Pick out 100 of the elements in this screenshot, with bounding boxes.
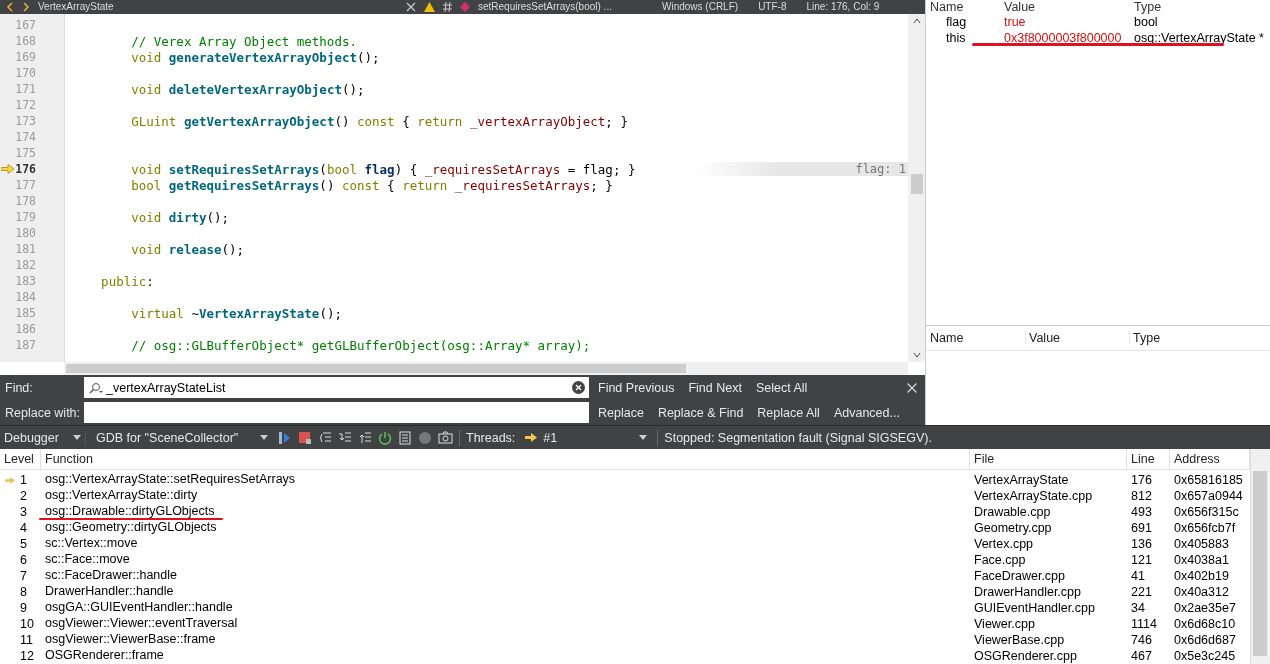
find-button[interactable]: Find Previous [593, 380, 680, 395]
table-cell: GUIEventHandler.cpp [974, 601, 1095, 615]
stack-frame-row[interactable]: 10 osgViewer::Viewer::eventTraversal Viewer.cpp 1114 0x6d68c10 [0, 616, 1250, 632]
line-number: 167 [15, 18, 36, 32]
replace-field[interactable] [84, 402, 589, 423]
scroll-up-icon[interactable] [912, 18, 921, 24]
stack-frame-row[interactable]: 9 osgGA::GUIEventHandler::handle GUIEventHandler.cpp 34 0x2ae35e7 [0, 600, 1250, 616]
find-button[interactable]: Find Next [683, 380, 747, 395]
column-header[interactable]: Type [1134, 0, 1270, 14]
table-cell: 0x65816185 [1174, 473, 1243, 487]
table-cell: 0x5e3c245 [1174, 649, 1236, 663]
close-icon[interactable] [907, 382, 917, 393]
line-number: 182 [15, 258, 36, 272]
vertical-scrollbar[interactable] [1250, 449, 1270, 664]
encoding-selector[interactable]: UTF-8 [752, 0, 793, 14]
code-line: // osg::GLBufferObject* getGLBufferObject(osg::Array* array); [130, 337, 591, 353]
stack-frame-row[interactable]: 6 sc::Face::move Face.cpp 121 0x4038a1 [0, 552, 1250, 568]
document-icon[interactable] [398, 430, 412, 445]
stack-frame-row[interactable]: 8 DrawerHandler::handle DrawerHandler.cpp 221 0x40a312 [0, 584, 1250, 600]
line-number: 177 [15, 178, 36, 192]
column-header[interactable]: Level [0, 449, 41, 469]
stack-frame-row[interactable]: 7 sc::FaceDrawer::handle FaceDrawer.cpp 41 0x402b19 [0, 568, 1250, 584]
table-cell: VertexArrayState [974, 473, 1069, 487]
find-label: Find: [4, 380, 34, 395]
stack-frame-row[interactable]: 1 osg::VertexArrayState::setRequiresSetArrays VertexArrayState 176 0x65816185 [0, 472, 1250, 488]
table-cell: osgViewer::Viewer::eventTraversal [45, 616, 238, 630]
code-line: virtual ~VertexArrayState(); [130, 305, 342, 321]
stack-frame-row[interactable]: 12 OSGRenderer::frame OSGRenderer.cpp 467 0x5e3c245 [0, 648, 1250, 664]
table-cell: 746 [1131, 633, 1152, 647]
replace-button[interactable]: Replace & Find [652, 405, 749, 420]
function-icon [460, 2, 470, 12]
line-endings-selector[interactable]: Windows (CRLF) [656, 0, 745, 14]
continue-icon[interactable] [278, 430, 292, 445]
vertical-scrollbar[interactable] [908, 14, 925, 362]
column-header[interactable]: File [970, 449, 1127, 469]
table-cell: 41 [1131, 569, 1145, 583]
column-header[interactable]: Value [1004, 0, 1134, 14]
column-header[interactable]: Name [926, 331, 1026, 345]
column-header[interactable]: Value [1026, 331, 1130, 345]
view-dropdown[interactable]: Debugger [0, 430, 86, 445]
stack-frame-row[interactable]: 4 osg::Geometry::dirtyGLObjects Geometry.cpp 691 0x656fcb7f [0, 520, 1250, 536]
table-cell: sc::Vertex::move [45, 536, 138, 550]
stack-frame-row[interactable]: 11 osgViewer::ViewerBase::frame ViewerBase.cpp 746 0x6d6d687 [0, 632, 1250, 648]
variable-name: this [945, 31, 967, 45]
find-field[interactable]: _vertexArrayStateList [84, 377, 589, 398]
clear-icon[interactable] [572, 381, 585, 394]
column-header[interactable]: Name [926, 0, 1004, 14]
back-icon[interactable] [6, 2, 14, 12]
step-into-icon[interactable] [338, 430, 352, 445]
scroll-thumb[interactable] [910, 174, 923, 194]
stack-frame-row[interactable]: 3 osg::Drawable::dirtyGLObjects Drawable.cpp 493 0x656f315c [0, 504, 1250, 520]
camera-icon[interactable] [438, 430, 453, 445]
step-out-icon[interactable] [358, 430, 372, 445]
line-number: 187 [15, 338, 36, 352]
scroll-down-icon[interactable] [912, 352, 921, 358]
table-cell: 9 [20, 601, 27, 615]
column-header[interactable]: Function [41, 449, 970, 469]
engine-dropdown[interactable]: GDB for "SceneCollector" [92, 430, 272, 445]
table-cell: 0x656fcb7f [1174, 521, 1236, 535]
table-cell: 4 [20, 521, 27, 535]
replace-label: Replace with: [4, 405, 82, 420]
table-cell: 12 [20, 649, 34, 663]
stack-frame-row[interactable]: 5 sc::Vertex::move Vertex.cpp 136 0x405883 [0, 536, 1250, 552]
caret-icon [260, 435, 268, 440]
column-header[interactable]: Line [1127, 449, 1170, 469]
replace-button[interactable]: Advanced... [828, 405, 905, 420]
horizontal-scrollbar[interactable] [64, 362, 908, 375]
variable-row[interactable]: flag true bool [926, 14, 1270, 30]
table-cell: 221 [1131, 585, 1152, 599]
table-cell: 0x656f315c [1174, 505, 1239, 519]
table-cell: osg::Drawable::dirtyGLObjects [45, 504, 215, 518]
document-selector[interactable]: VertexArrayState [38, 0, 398, 14]
stop-icon[interactable] [298, 430, 312, 445]
replace-button[interactable]: Replace All [752, 405, 825, 420]
code-line: GLuint getVertexArrayObject() const { return _vertexArrayObject; } [130, 113, 628, 129]
table-cell: 1 [20, 473, 27, 487]
forward-icon[interactable] [22, 2, 30, 12]
find-button[interactable]: Select All [750, 380, 813, 395]
variable-row[interactable]: this 0x3f8000003f800000 osg::VertexArrayState * [926, 30, 1270, 46]
code-line: // Verex Array Object methods. [130, 33, 357, 49]
threads-label: Threads: [466, 430, 516, 445]
line-number: 174 [15, 130, 36, 144]
symbol-selector[interactable]: setRequiresSetArrays(bool) ... [478, 0, 648, 14]
line-number: 181 [15, 242, 36, 256]
table-cell: Vertex.cpp [974, 537, 1034, 551]
table-cell: 11 [20, 633, 33, 647]
thread-dropdown[interactable]: #1 [521, 430, 652, 445]
restart-icon[interactable] [378, 430, 392, 445]
warning-icon [424, 2, 435, 12]
step-over-icon[interactable] [318, 430, 332, 445]
column-header[interactable]: Type [1130, 331, 1270, 345]
close-icon[interactable] [406, 2, 416, 12]
hash-icon[interactable] [443, 2, 452, 12]
table-cell: 2 [20, 489, 27, 503]
stack-frame-row[interactable]: 2 osg::VertexArrayState::dirty VertexArrayState.cpp 812 0x657a0944 [0, 488, 1250, 504]
variable-type: osg::VertexArrayState * [1134, 31, 1265, 45]
table-cell: DrawerHandler::handle [45, 584, 174, 598]
replace-button[interactable]: Replace [593, 405, 649, 420]
table-cell: 1114 [1131, 617, 1157, 631]
line-number: 178 [15, 194, 36, 208]
